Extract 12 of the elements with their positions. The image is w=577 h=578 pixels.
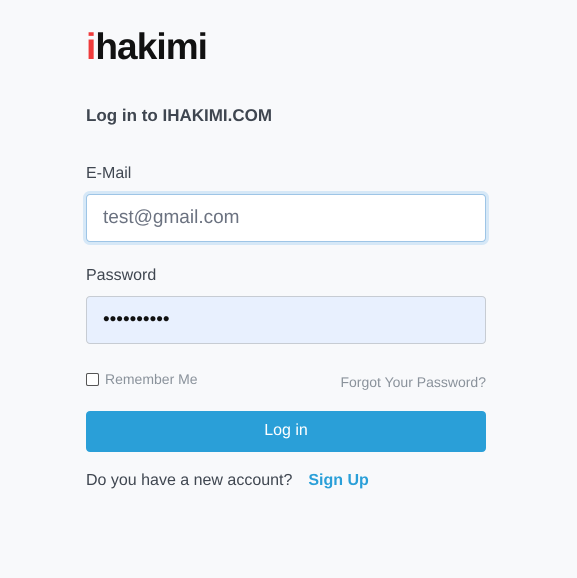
remember-checkbox[interactable]	[86, 372, 99, 386]
logo: ihakimi	[86, 28, 208, 65]
sign-up-link[interactable]: Sign Up	[308, 468, 369, 492]
field-label: E-Mail	[86, 164, 132, 184]
remember-label: Remember Me	[105, 370, 198, 388]
login-heading: Log in to IHAKIMI.COM	[86, 105, 274, 127]
signup-prompt: Do you have a new account?	[86, 470, 292, 490]
forgot-password-link[interactable]: Forgot Your Password?	[340, 372, 486, 392]
input-field[interactable]: ••••••••••	[86, 296, 486, 344]
login-button[interactable]: Log in	[86, 410, 486, 452]
input-field[interactable]: test@gmail.com	[86, 194, 486, 242]
field-label: Password	[86, 266, 158, 286]
